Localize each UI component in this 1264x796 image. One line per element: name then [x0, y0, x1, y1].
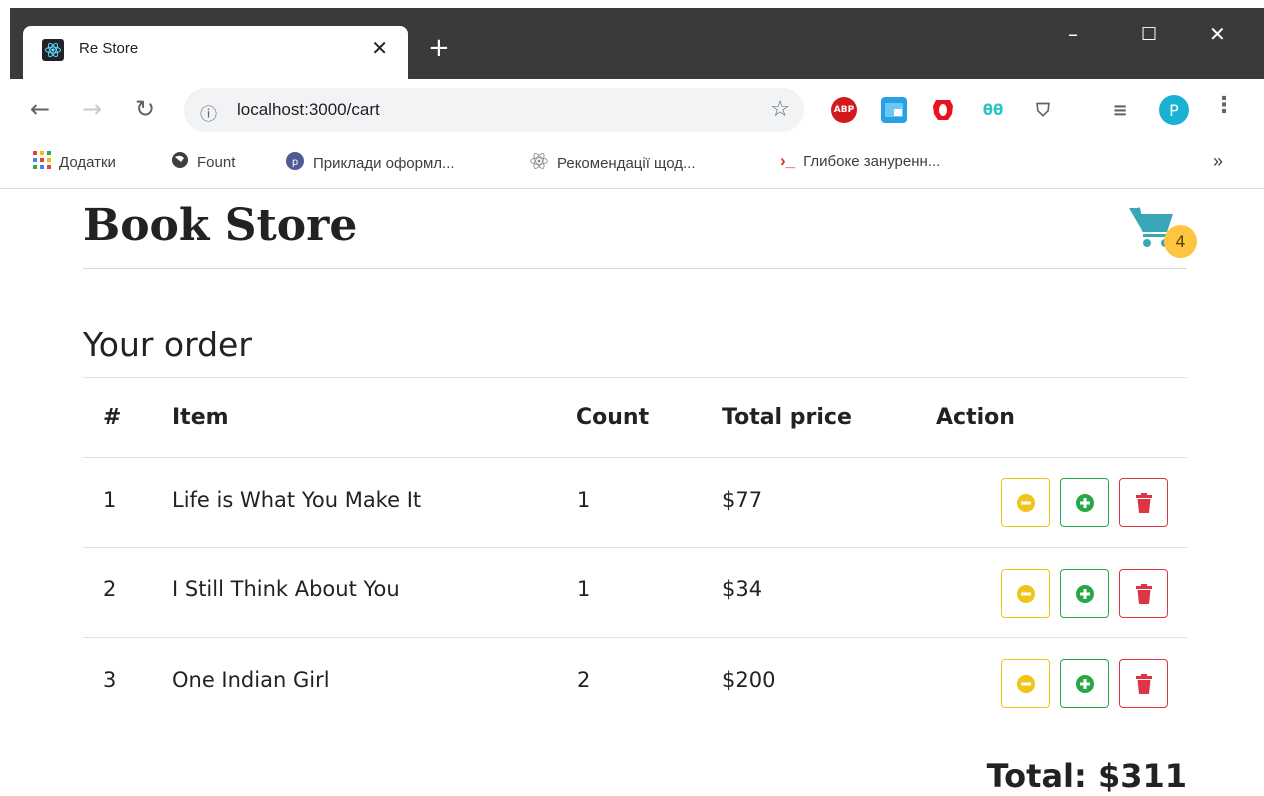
plus-circle-icon	[1075, 674, 1094, 693]
decrease-button[interactable]	[1001, 478, 1050, 527]
hex-extension-icon[interactable]: θθ	[980, 97, 1006, 123]
increase-button[interactable]	[1060, 569, 1109, 618]
column-header-action: Action	[936, 405, 1015, 430]
bookmark-star-icon[interactable]: ☆	[770, 97, 790, 122]
new-tab-button[interactable]: +	[428, 35, 450, 61]
trash-icon	[1135, 673, 1152, 694]
url-text[interactable]: localhost:3000/cart	[237, 100, 380, 120]
header-divider	[83, 268, 1187, 269]
order-title-divider	[83, 377, 1187, 378]
opera-extension-icon[interactable]	[930, 97, 956, 123]
adblock-plus-icon[interactable]: ABP	[831, 97, 857, 123]
bookmarks-bar: Додатки Fount p Приклади оформл... Реком…	[0, 141, 1264, 189]
row-number: 1	[103, 488, 117, 512]
trash-icon	[1135, 492, 1152, 513]
bookmark-recommendations[interactable]: Рекомендації щод...	[529, 151, 696, 176]
delete-button[interactable]	[1119, 659, 1168, 708]
decrease-button[interactable]	[1001, 659, 1050, 708]
row-item: Life is What You Make It	[172, 488, 422, 512]
close-window-button[interactable]: ✕	[1209, 22, 1226, 46]
react-favicon-icon	[42, 39, 64, 61]
globe-icon	[171, 151, 189, 174]
window-extension-icon[interactable]	[881, 97, 907, 123]
bookmark-fount[interactable]: Fount	[171, 151, 235, 174]
tab-title: Re Store	[79, 40, 139, 57]
table-header-divider	[83, 457, 1187, 458]
delete-button[interactable]	[1119, 478, 1168, 527]
row-count: 1	[577, 488, 591, 512]
bookmarks-overflow-button[interactable]: »	[1213, 151, 1223, 172]
bookmark-label: Додатки	[59, 154, 116, 171]
back-arrow-icon[interactable]: ←	[30, 95, 50, 123]
maximize-button[interactable]: ☐	[1141, 24, 1157, 45]
profile-avatar[interactable]: P	[1159, 95, 1189, 125]
bookmark-label: Глибоке зануренн...	[803, 152, 941, 170]
reload-icon[interactable]: ↻	[135, 95, 155, 123]
browser-tab[interactable]: Re Store ✕	[23, 26, 408, 79]
plus-circle-icon	[1075, 493, 1094, 512]
column-header-number: #	[103, 405, 122, 430]
decrease-button[interactable]	[1001, 569, 1050, 618]
row-item: I Still Think About You	[172, 577, 400, 601]
row-number: 2	[103, 577, 117, 601]
bookmark-examples[interactable]: p Приклади оформл...	[285, 151, 455, 176]
svg-text:p: p	[292, 157, 298, 168]
row-price: $77	[722, 488, 763, 512]
minus-circle-icon	[1016, 584, 1035, 603]
order-title: Your order	[83, 325, 252, 364]
site-info-icon[interactable]: ⓘ	[200, 100, 217, 125]
forward-arrow-icon[interactable]: →	[82, 95, 102, 123]
php-icon: p	[285, 151, 305, 176]
row-count: 1	[577, 577, 591, 601]
atom-icon	[529, 151, 549, 176]
delete-button[interactable]	[1119, 569, 1168, 618]
trash-icon	[1135, 583, 1152, 604]
terminal-icon: ›_	[780, 151, 796, 170]
column-header-item: Item	[172, 405, 229, 430]
column-header-count: Count	[576, 405, 650, 430]
minus-circle-icon	[1016, 493, 1035, 512]
increase-button[interactable]	[1060, 478, 1109, 527]
cart-count-badge: 4	[1164, 225, 1197, 258]
bookmark-label: Fount	[197, 154, 236, 171]
order-total: Total: $311	[986, 757, 1187, 795]
row-item: One Indian Girl	[172, 668, 330, 692]
media-control-icon[interactable]: ≡	[1107, 97, 1133, 123]
bookmark-label: Рекомендації щод...	[557, 155, 696, 172]
tab-close-icon[interactable]: ✕	[371, 36, 388, 60]
column-header-total-price: Total price	[722, 405, 852, 430]
plus-circle-icon	[1075, 584, 1094, 603]
row-divider	[83, 547, 1187, 548]
minus-circle-icon	[1016, 674, 1035, 693]
increase-button[interactable]	[1060, 659, 1109, 708]
address-bar[interactable]: ⓘ localhost:3000/cart ☆	[184, 88, 804, 132]
bookmark-apps[interactable]: Додатки	[33, 151, 116, 174]
apps-grid-icon	[33, 151, 51, 174]
browser-titlebar: Re Store ✕ + – ☐ ✕	[0, 0, 1264, 79]
row-price: $34	[722, 577, 763, 601]
row-price: $200	[722, 668, 776, 692]
row-divider	[83, 637, 1187, 638]
browser-menu-icon[interactable]: ⋮	[1213, 93, 1235, 118]
row-count: 2	[577, 668, 591, 692]
browser-toolbar: ← → ↻ ⓘ localhost:3000/cart ☆ ABP θθ ⛉ ≡…	[0, 79, 1264, 141]
shield-extension-icon[interactable]: ⛉	[1030, 97, 1056, 123]
minimize-button[interactable]: –	[1068, 22, 1078, 46]
bookmark-label: Приклади оформл...	[313, 155, 455, 172]
row-number: 3	[103, 668, 117, 692]
bookmark-deep-dive[interactable]: ›_ Глибоке зануренн...	[780, 151, 940, 171]
store-brand[interactable]: Book Store	[83, 200, 357, 251]
